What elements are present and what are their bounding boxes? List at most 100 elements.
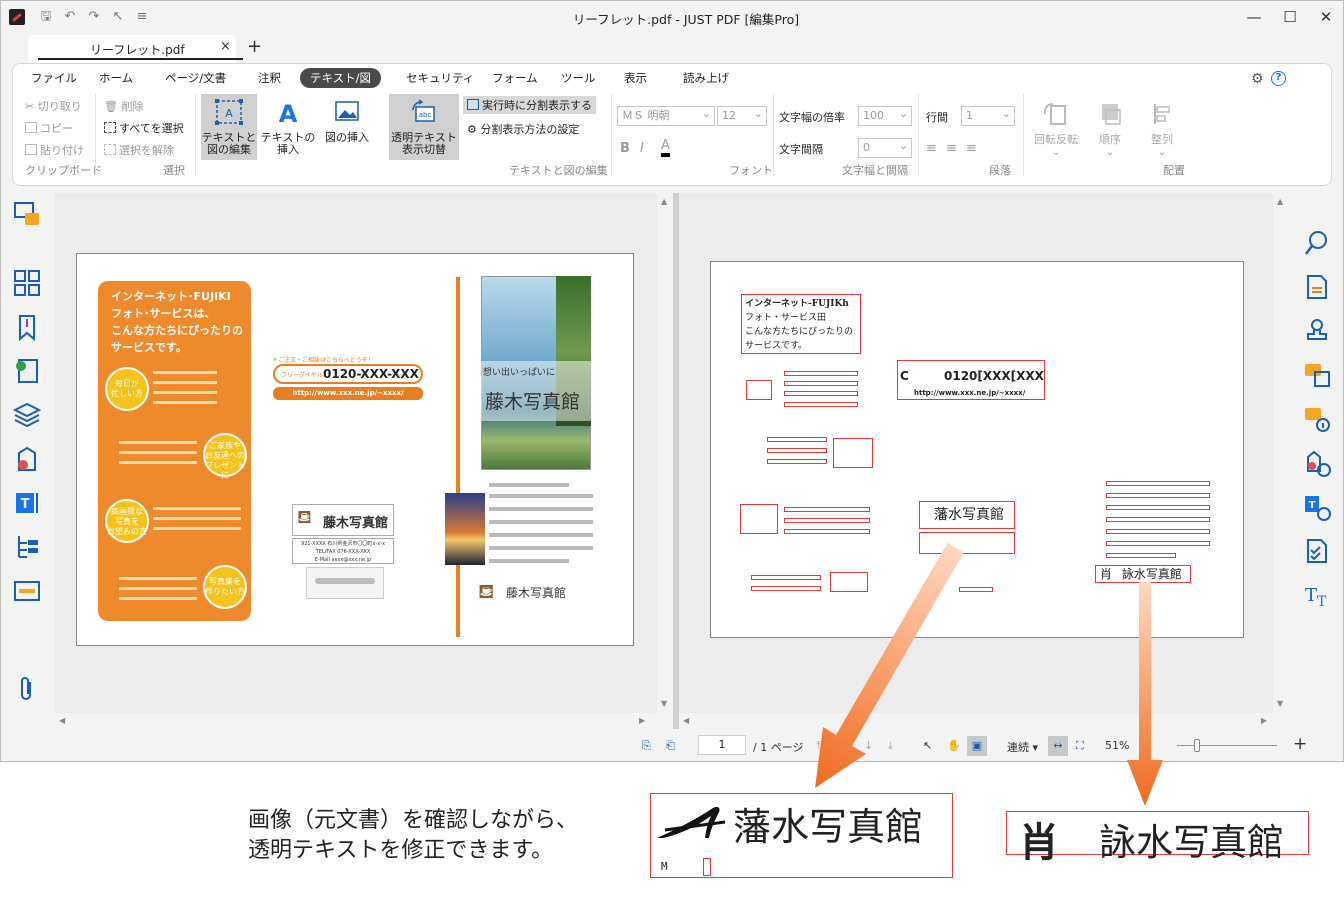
bold-button[interactable]: B: [620, 141, 630, 156]
ocr-line-box[interactable]: [1106, 493, 1210, 498]
rotate-flip-button[interactable]: 回転反転 ⌄: [1029, 96, 1083, 158]
page-prev-view-icon[interactable]: ⎘: [642, 739, 651, 753]
help-icon[interactable]: ?: [1271, 71, 1286, 86]
ocr-address-block[interactable]: [919, 532, 1015, 554]
align-left-icon[interactable]: ≡: [926, 141, 937, 156]
structure-tree-icon[interactable]: [13, 533, 41, 561]
scroll-left-icon[interactable]: ◀: [683, 716, 689, 725]
width-ratio-select[interactable]: 100: [858, 105, 912, 126]
scroll-right-icon[interactable]: ▶: [639, 716, 645, 725]
page-next-view-icon[interactable]: ⎗: [666, 739, 675, 753]
menu-page-document[interactable]: ページ/文書: [155, 68, 236, 88]
attachment-info-icon[interactable]: [1303, 449, 1331, 477]
menu-text-image[interactable]: テキスト/図: [300, 68, 382, 88]
insert-image-button[interactable]: 図の挿入: [319, 94, 375, 160]
comment-panel-icon[interactable]: [13, 201, 41, 229]
ocr-text-block[interactable]: [833, 438, 873, 468]
document-tab[interactable]: リーフレット.pdf: [28, 35, 243, 63]
ocr-line-box[interactable]: [767, 448, 827, 453]
fit-width-icon[interactable]: ↔: [1048, 736, 1068, 756]
ocr-text-block[interactable]: [746, 380, 772, 400]
page-number-input[interactable]: 1: [698, 735, 746, 755]
checklist-icon[interactable]: [1303, 537, 1331, 565]
font-name-select[interactable]: ＭＳ 明朝: [617, 105, 715, 126]
page-link-icon[interactable]: [13, 357, 41, 385]
thumbnails-icon[interactable]: [13, 269, 41, 297]
select-tool-icon[interactable]: ↖: [923, 739, 932, 752]
ocr-store-name-b[interactable]: 肖 詠水写真館: [1095, 565, 1191, 583]
ocr-line-box[interactable]: [767, 459, 827, 464]
new-tab-button[interactable]: +: [247, 36, 262, 57]
ocr-line-box[interactable]: [784, 518, 870, 523]
minimize-button[interactable]: —: [1239, 5, 1269, 29]
menu-form[interactable]: フォーム: [482, 68, 548, 88]
horizontal-scrollbar[interactable]: ◀ ▶: [55, 713, 673, 729]
paste-button[interactable]: 貼り付け: [25, 142, 84, 158]
ocr-line-box[interactable]: [784, 381, 858, 386]
text-box-icon[interactable]: T: [13, 489, 41, 517]
delete-button[interactable]: 🗑 削除: [104, 98, 143, 114]
order-button[interactable]: 順序 ⌄: [1085, 96, 1135, 158]
scroll-right-icon[interactable]: ▶: [1261, 716, 1267, 725]
horizontal-scrollbar[interactable]: ◀ ▶: [679, 713, 1291, 729]
ocr-line-box[interactable]: [1106, 553, 1176, 558]
attachment-tag-icon[interactable]: [13, 445, 41, 473]
menu-read-aloud[interactable]: 読み上げ: [673, 68, 739, 88]
scroll-left-icon[interactable]: ◀: [59, 716, 65, 725]
select-all-button[interactable]: すべてを選択: [104, 120, 184, 136]
split-display-toggle[interactable]: 実行時に分割表示する: [463, 96, 596, 114]
hand-tool-icon[interactable]: ✋: [947, 739, 961, 752]
ocr-line-box[interactable]: [784, 402, 858, 407]
prev-page-icon[interactable]: ↑: [840, 739, 849, 752]
menu-annotation[interactable]: 注釈: [248, 68, 291, 88]
align-center-icon[interactable]: ≡: [946, 141, 957, 156]
edit-text-image-button[interactable]: A テキストと 図の編集: [201, 94, 257, 160]
char-spacing-select[interactable]: 0: [858, 137, 912, 158]
ocr-line-box[interactable]: [959, 587, 993, 592]
align-button[interactable]: 整列 ⌄: [1137, 96, 1187, 158]
menu-file[interactable]: ファイル: [21, 68, 87, 88]
menu-security[interactable]: セキュリティ: [396, 68, 484, 88]
ocr-line-box[interactable]: [767, 437, 827, 442]
font-color-button[interactable]: A: [661, 139, 670, 157]
close-button[interactable]: ✕: [1311, 5, 1341, 29]
bookmark-icon[interactable]: [13, 313, 41, 341]
ocr-line-box[interactable]: [1106, 529, 1210, 534]
ocr-line-box[interactable]: [751, 575, 821, 580]
copy-button[interactable]: コピー: [25, 120, 73, 136]
stamp-icon[interactable]: [1303, 317, 1331, 345]
ocr-line-box[interactable]: [784, 507, 870, 512]
search-icon[interactable]: [1303, 229, 1331, 257]
menu-view[interactable]: 表示: [614, 68, 657, 88]
align-right-icon[interactable]: ≡: [966, 141, 977, 156]
italic-button[interactable]: I: [640, 141, 644, 156]
cut-button[interactable]: ✂ 切り取り: [25, 98, 82, 114]
ocr-line-box[interactable]: [1106, 481, 1210, 486]
deselect-button[interactable]: 選択を解除: [104, 142, 174, 158]
ocr-line-box[interactable]: [1106, 541, 1210, 546]
close-tab-icon[interactable]: ×: [220, 39, 231, 54]
paperclip-icon[interactable]: [13, 675, 41, 703]
last-page-icon[interactable]: ⤓: [888, 739, 893, 753]
scroll-up-icon[interactable]: ▲: [1277, 197, 1283, 206]
layers-icon[interactable]: [13, 401, 41, 429]
zoom-in-button[interactable]: +: [1293, 734, 1307, 754]
menu-tools[interactable]: ツール: [551, 68, 606, 88]
edit-mode-icon[interactable]: ▣: [967, 736, 987, 756]
form-fields-icon[interactable]: [13, 577, 41, 605]
ocr-store-name-a[interactable]: 藩水写真館: [919, 501, 1015, 529]
zoom-slider-handle[interactable]: [1194, 739, 1200, 752]
first-page-icon[interactable]: ⤒: [816, 739, 821, 753]
edit-document-icon[interactable]: [1303, 273, 1331, 301]
ocr-text-block[interactable]: [740, 504, 778, 534]
ocr-phone-block[interactable]: C 0120[XXX[XXX http://www.xxx.ne.jp/~xxx…: [897, 360, 1045, 400]
ocr-line-box[interactable]: [784, 371, 858, 376]
view-mode-select[interactable]: 連続 ▾: [1007, 739, 1038, 755]
scroll-up-icon[interactable]: ▲: [661, 197, 667, 206]
split-settings-button[interactable]: ⚙ 分割表示方法の設定: [467, 121, 579, 137]
vertical-scrollbar[interactable]: ▲ ▼: [657, 193, 673, 713]
line-spacing-select[interactable]: 1: [961, 105, 1015, 126]
ocr-line-box[interactable]: [1106, 505, 1210, 510]
toggle-transparent-text-button[interactable]: abc 透明テキスト 表示切替: [389, 94, 459, 160]
comment-info-icon[interactable]: [1303, 405, 1331, 433]
